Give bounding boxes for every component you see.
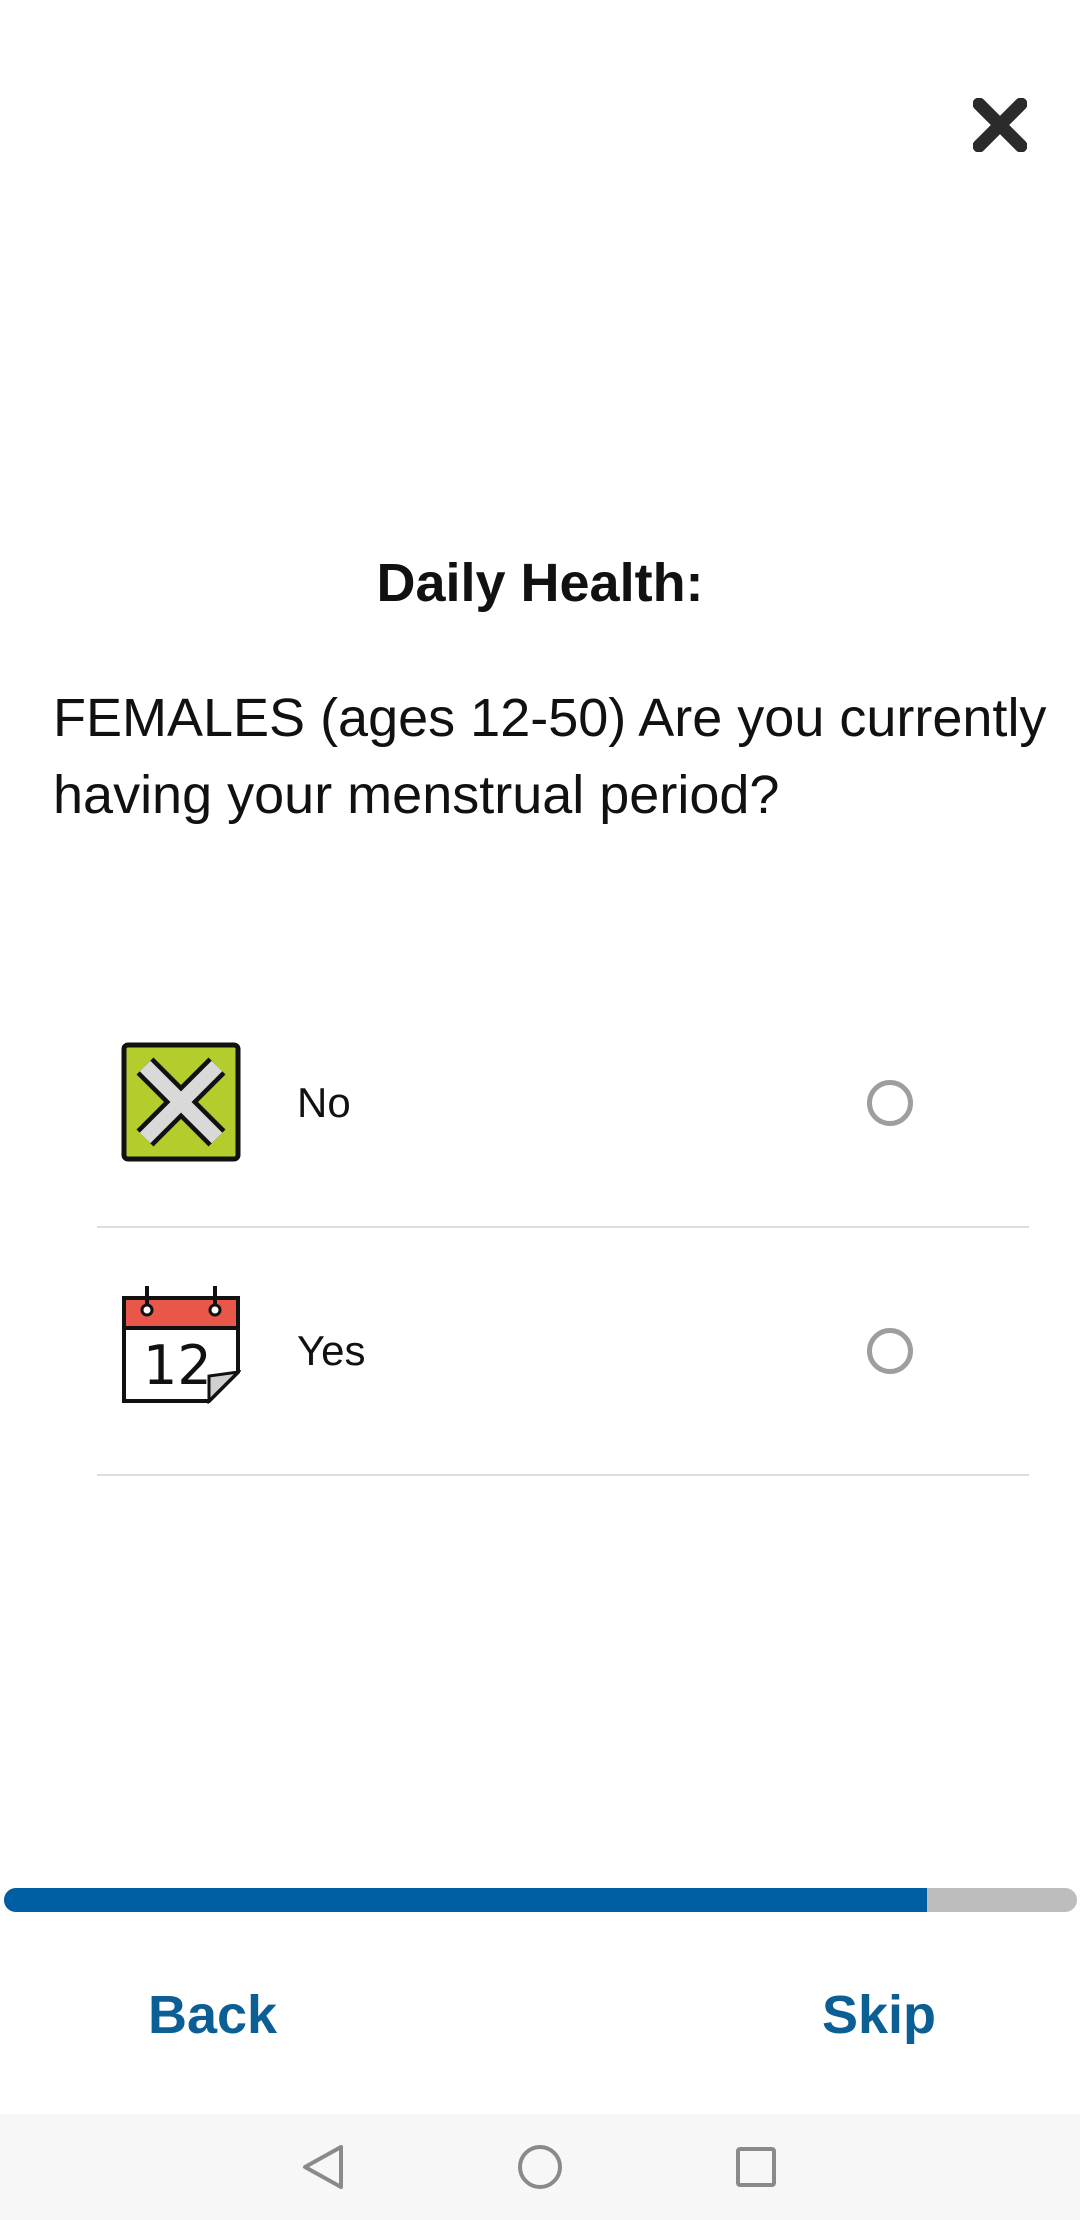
radio-yes[interactable]: [867, 1328, 913, 1374]
square-recents-icon: [736, 2147, 776, 2187]
option-no[interactable]: No: [97, 980, 1029, 1228]
progress-bar: [4, 1888, 1077, 1912]
circle-home-icon: [518, 2145, 562, 2189]
page-title: Daily Health:: [376, 553, 704, 613]
x-mark-icon: [121, 1042, 241, 1162]
calendar-icon: 12: [122, 1286, 241, 1404]
system-home-button[interactable]: [505, 2132, 575, 2202]
skip-button[interactable]: Skip: [822, 1980, 936, 2050]
system-navigation-bar: [0, 2114, 1080, 2220]
option-label-no: No: [297, 1079, 351, 1126]
question-text: FEMALES (ages 12-50) Are you currently h…: [53, 688, 1047, 825]
close-icon: [973, 98, 1027, 152]
system-back-button[interactable]: [288, 2132, 358, 2202]
close-button[interactable]: [960, 85, 1040, 165]
system-recents-button[interactable]: [721, 2132, 791, 2202]
progress-fill: [4, 1888, 927, 1912]
back-button[interactable]: Back: [148, 1980, 277, 2050]
radio-no[interactable]: [867, 1080, 913, 1126]
option-yes[interactable]: 12 Yes: [97, 1228, 1029, 1476]
triangle-back-icon: [303, 2145, 343, 2189]
svg-text:12: 12: [143, 1334, 212, 1397]
option-label-yes: Yes: [297, 1327, 366, 1374]
